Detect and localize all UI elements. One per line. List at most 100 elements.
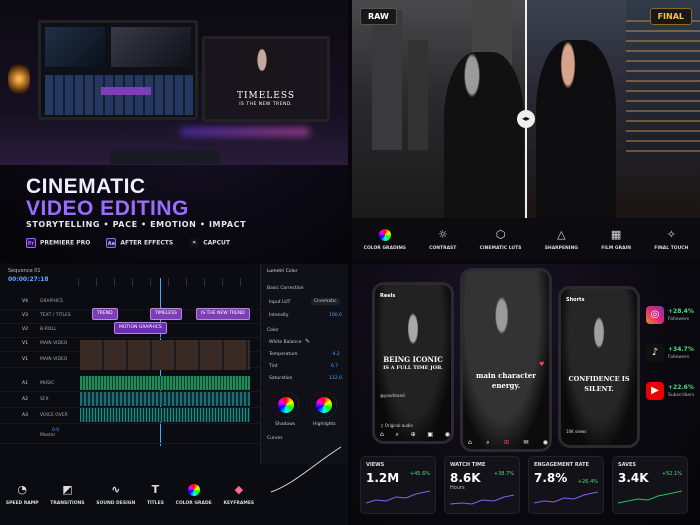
keyboard	[110, 150, 220, 164]
track-id: V4	[22, 299, 28, 304]
color-wheel-icon	[187, 483, 200, 496]
stat-title: WATCH TIME	[450, 462, 486, 468]
app-label: CAPCUT	[203, 239, 231, 247]
compare-handle-icon[interactable]: ◂▸	[517, 110, 535, 128]
tool-label: SPEED RAMP	[5, 500, 39, 506]
track-label: MAIN VIDEO	[40, 357, 68, 362]
phone2-nav[interactable]: ⌂ ⌕ ⊞ ✉ ◉	[468, 439, 548, 447]
music-waveform[interactable]	[80, 376, 250, 390]
highlights-wheel[interactable]	[311, 392, 337, 418]
curves-graph[interactable]	[269, 444, 343, 494]
tool-label: COLOR GRADING	[363, 245, 406, 251]
raw-frame	[352, 0, 526, 218]
left-monitor	[38, 20, 198, 120]
stat-label: Followers	[668, 317, 690, 322]
tool-label: KEYFRAMES	[223, 500, 255, 506]
tool-color-grading[interactable]: COLOR GRADING	[363, 228, 406, 251]
timeline-track[interactable]: Master	[0, 428, 260, 444]
compare-divider[interactable]	[525, 0, 527, 218]
input-lut-label: Input LUT	[269, 300, 291, 305]
color-section-label: Color	[267, 328, 279, 333]
track-id: A2	[22, 397, 28, 402]
track-label: MUSIC	[40, 381, 55, 386]
time-ruler[interactable]	[78, 278, 258, 286]
tool-label: SOUND DESIGN	[96, 500, 136, 506]
raw-final-comparison: ◂▸ RAW FINAL COLOR GRADING ☼ CONTRAST ⬡ CI…	[352, 0, 700, 261]
highlights-label: Highlights	[313, 422, 336, 427]
master-level: 0.0	[52, 428, 60, 433]
sfx-waveform[interactable]	[80, 392, 250, 406]
sparkline	[533, 491, 599, 504]
diamond-icon: ◆	[234, 482, 244, 496]
tool-contrast[interactable]: ☼ CONTRAST	[429, 228, 456, 251]
stat-title: VIEWS	[366, 462, 385, 468]
clip-motion-graphics[interactable]: MOTION GRAPHICS	[114, 322, 167, 334]
eyedropper-icon[interactable]: ✎	[305, 338, 310, 345]
stat-sub: Hours	[450, 485, 465, 491]
clip-trend[interactable]: TREND	[92, 308, 118, 320]
clip-timeless[interactable]: TIMELESS	[150, 308, 182, 320]
grading-toolbar: COLOR GRADING ☼ CONTRAST ⬡ CINEMATIC LUTS …	[352, 218, 700, 261]
tool-label: FILM GRAIN	[601, 245, 631, 251]
tool-sound-design[interactable]: ∿ SOUND DESIGN	[96, 483, 136, 506]
tool-color-grade[interactable]: COLOR GRADE	[175, 483, 212, 506]
intensity-label: Intensity	[269, 313, 289, 318]
sparkle-icon: ✧	[666, 227, 676, 241]
voice-waveform[interactable]	[80, 408, 250, 422]
shadows-wheel[interactable]	[273, 392, 299, 418]
tool-titles[interactable]: T TITLES	[146, 483, 164, 506]
tool-label: COLOR GRADE	[175, 500, 212, 506]
stat-delta: +52.1%	[661, 471, 682, 477]
tool-sharpening[interactable]: △ SHARPENING	[545, 228, 578, 251]
track-label: TEXT / TITLES	[40, 313, 71, 318]
tool-film-grain[interactable]: ▦ FILM GRAIN	[601, 228, 631, 251]
tool-label: FINAL TOUCH	[654, 245, 689, 251]
tool-speed-ramp[interactable]: ◔ SPEED RAMP	[5, 483, 39, 506]
sequence-name: Sequence 01	[8, 268, 41, 274]
tint-value[interactable]: 6.7	[331, 364, 338, 369]
tool-keyframes[interactable]: ◆ KEYFRAMES	[223, 482, 255, 506]
after-effects-icon: Ae	[106, 238, 117, 248]
hero-title-line1: CINEMATIC	[26, 175, 146, 198]
phone3-caption-line1: CONFIDENCE IS	[568, 375, 630, 383]
track-id: V1	[22, 341, 28, 346]
track-label: MAIN VIDEO	[40, 341, 68, 346]
premiere-icon: Pr	[26, 238, 36, 248]
final-badge: FINAL	[649, 8, 692, 25]
phone1-nav[interactable]: ⌂ ⌕ ⊕ ▣ ◉	[380, 431, 450, 439]
intensity-value[interactable]: 100.0	[329, 313, 342, 318]
video-clips[interactable]	[80, 340, 250, 370]
track-label: VOICE OVER	[40, 413, 68, 418]
instagram-stat: ◎ +28.4% Followers	[646, 306, 696, 328]
phone-shorts: Shorts CONFIDENCE IS SILENT. 10K views	[558, 286, 640, 448]
tool-label: TITLES	[146, 500, 164, 506]
like-icon[interactable]: ♥	[539, 361, 544, 368]
app-label: AFTER EFFECTS	[120, 239, 174, 247]
lumetri-title: Lumetri Color	[267, 269, 298, 274]
saturation-value[interactable]: 112.0	[329, 376, 342, 381]
youtube-stat: ▶ +22.6% Subscribers	[646, 382, 696, 404]
track-label: GRAPHICS	[40, 299, 63, 304]
tool-cinematic-luts[interactable]: ⬡ CINEMATIC LUTS	[479, 228, 522, 251]
hero-title-line2: VIDEO EDITING	[26, 197, 189, 220]
lumetri-panel: Lumetri Color Basic Correction Input LUT…	[260, 264, 348, 493]
basic-correction-label: Basic Correction	[267, 286, 304, 291]
clip-new-trend[interactable]: IS THE NEW TREND	[196, 308, 250, 320]
tool-final-touch[interactable]: ✧ FINAL TOUCH	[654, 227, 689, 251]
stat-value: +34.7%	[668, 346, 694, 353]
monitor-overlay-subtitle: IS THE NEW TREND.	[239, 102, 293, 107]
instagram-icon: ◎	[646, 306, 664, 324]
sparkline	[449, 494, 515, 505]
phone3-caption-line2: SILENT.	[584, 385, 614, 393]
temperature-value[interactable]: -4.2	[331, 352, 340, 357]
phone2-caption-line1: main character	[476, 371, 536, 380]
track-label: Master	[40, 433, 56, 438]
keyboard-glow	[180, 128, 310, 136]
tool-transitions[interactable]: ◩ TRANSITIONS	[50, 483, 84, 506]
track-id: A3	[22, 413, 28, 418]
phone-tiktok: main character energy. ♥ ⌂ ⌕ ⊞ ✉ ◉	[460, 268, 552, 452]
stat-delta: +45.6%	[409, 471, 430, 477]
app-list: Pr PREMIERE PRO Ae AFTER EFFECTS ✕ CAPCUT	[26, 238, 230, 248]
tool-label: CINEMATIC LUTS	[479, 245, 522, 251]
input-lut-select[interactable]: Cinematic	[311, 298, 340, 305]
